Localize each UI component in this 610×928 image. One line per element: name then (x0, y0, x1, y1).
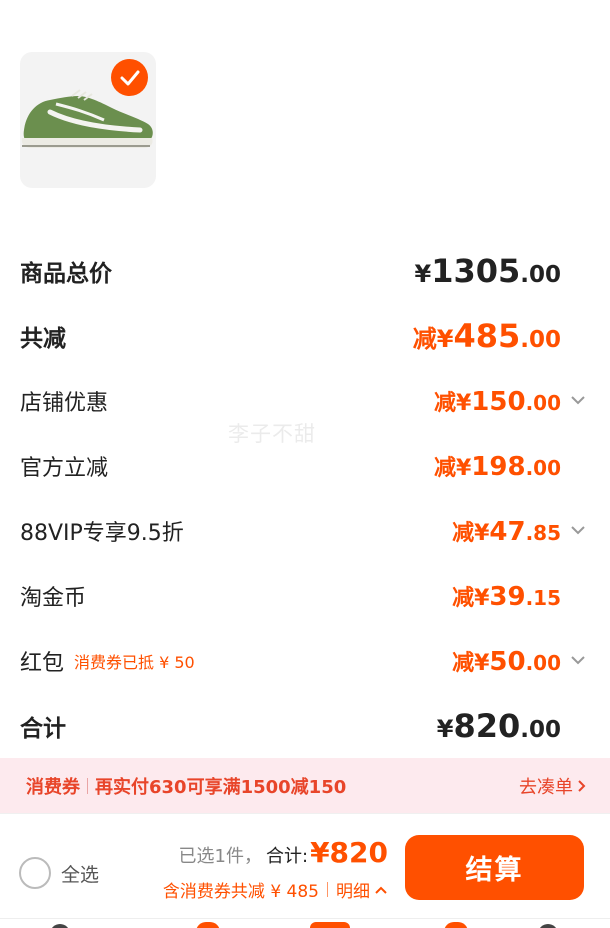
coupon-message: 再实付630可享满1500减150 (95, 776, 347, 798)
tab-icon[interactable] (50, 924, 70, 928)
tab-badge (310, 922, 350, 928)
chevron-up-icon (375, 886, 387, 894)
select-all-radio[interactable] (19, 857, 51, 889)
tab-icon[interactable] (538, 924, 558, 928)
row-amount: 减¥ 39.15 (452, 582, 561, 612)
select-all-label: 全选 (61, 863, 100, 886)
price-row-taojinbi: 淘金币 减¥ 39.15 (20, 576, 610, 616)
checkout-bar: 全选 已选1件， 合计: ¥820 含消费券共减 ¥ 485 明细 结算 (0, 813, 610, 918)
watermark: 李子不甜 (228, 422, 316, 446)
price-row-goods-total: 商品总价 ¥1305.00 (20, 251, 610, 291)
tab-bar (0, 918, 610, 928)
price-row-total-discount: 共减 减¥ 485.00 (20, 316, 610, 356)
detail-label: 明细 (336, 882, 370, 902)
tab-badge (444, 922, 468, 928)
price-row-official-discount: 官方立减 减¥ 198.00 (20, 446, 610, 486)
selected-count: 已选1件， (178, 846, 262, 867)
coupon-discount-note: 含消费券共减 ¥ 485 (162, 882, 319, 902)
row-amount: 减¥ 198.00 (433, 452, 561, 482)
row-amount: 减¥ 47.85 (452, 517, 561, 547)
chevron-down-icon[interactable] (570, 524, 586, 536)
total-label: 合计: (265, 846, 309, 867)
order-summary: 已选1件， 合计: ¥820 (179, 836, 388, 869)
row-label: 商品总价 (20, 261, 112, 287)
price-row-red-packet[interactable]: 红包 消费券已抵 ¥ 50 减¥ 50.00 (20, 641, 610, 681)
row-label: 店铺优惠 (20, 391, 109, 416)
row-amount: 减¥ 485.00 (412, 317, 561, 355)
price-row-vip-discount[interactable]: 88VIP专享9.5折 减¥ 47.85 (20, 511, 610, 551)
total-amount: ¥820 (310, 836, 388, 869)
chevron-down-icon[interactable] (570, 654, 586, 666)
row-amount: ¥820.00 (436, 707, 561, 745)
discount-detail-line: 含消费券共减 ¥ 485 明细 (163, 877, 388, 902)
chevron-down-icon[interactable] (570, 394, 586, 406)
select-all-toggle[interactable]: 全选 (19, 857, 99, 889)
divider (87, 777, 88, 794)
row-label: 88VIP专享9.5折 (20, 521, 184, 546)
row-label: 合计 (20, 716, 66, 742)
checkout-button[interactable]: 结算 (405, 835, 584, 900)
price-row-grand-total: 合计 ¥820.00 (20, 706, 610, 746)
detail-toggle[interactable]: 明细 (336, 877, 388, 902)
row-amount: 减¥ 150.00 (433, 387, 561, 417)
chevron-right-icon (578, 779, 586, 792)
add-items-link[interactable]: 去凑单 (519, 773, 586, 799)
coupon-banner[interactable]: 消费券 再实付630可享满1500减150 去凑单 (0, 758, 610, 813)
row-label: 红包 (20, 651, 65, 676)
row-amount: ¥1305.00 (414, 252, 561, 290)
row-label: 共减 (20, 326, 66, 352)
add-items-label: 去凑单 (519, 776, 573, 798)
coupon-used-note: 消费券已抵 ¥ 50 (74, 653, 195, 672)
coupon-tag: 消费券 (26, 776, 80, 798)
tab-badge (196, 922, 220, 928)
row-amount: 减¥ 50.00 (452, 647, 561, 677)
row-label: 官方立减 (20, 456, 109, 481)
divider (327, 882, 328, 897)
price-row-store-discount[interactable]: 店铺优惠 减¥ 150.00 (20, 381, 610, 421)
selected-check-icon[interactable] (111, 59, 148, 96)
row-label: 淘金币 (20, 586, 87, 611)
